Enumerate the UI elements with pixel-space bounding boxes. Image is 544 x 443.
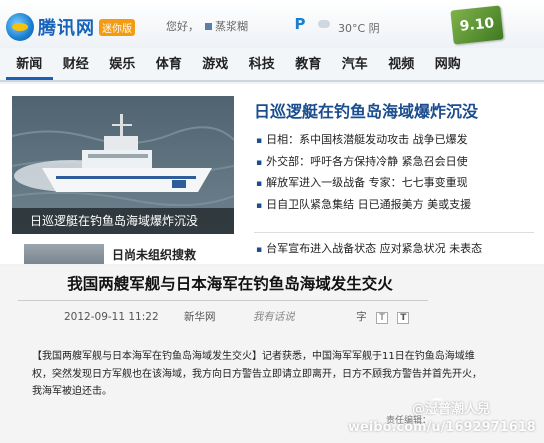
username-link[interactable]: 蒸浆糊 (215, 20, 248, 33)
sub-news-title[interactable]: 日尚未组织搜救 (112, 246, 196, 263)
watermark-url: weibo.com/u/1692971618 (348, 420, 536, 435)
site-logo[interactable]: 腾讯网 迷你版 (6, 12, 135, 42)
nav-tab-video[interactable]: 视频 (378, 48, 425, 80)
photo-caption[interactable]: 日巡逻艇在钓鱼岛海域爆炸沉没 (12, 208, 234, 234)
list-item[interactable]: 日相：系中国核潜艇发动攻击 战争已爆发 (256, 130, 471, 152)
nav-tab-shopping[interactable]: 网购 (425, 48, 472, 80)
tencent-logo-icon (6, 13, 34, 41)
logo-text: 腾讯网 (38, 18, 95, 39)
user-greeting: 您好， 蒸浆糊 (166, 18, 248, 34)
site-header: 腾讯网 迷你版 您好， 蒸浆糊 P 30°C 阴 9.10 (0, 0, 544, 48)
article-title: 我国两艘军舰与日本海军在钓鱼岛海域发生交火 (67, 274, 393, 293)
comment-link[interactable]: 我有话说 (253, 311, 295, 323)
list-item[interactable]: 台军宣布进入战备状态 应对紧急状况 未表态 (256, 240, 482, 256)
nav-tab-finance[interactable]: 财经 (53, 48, 100, 80)
font-large-button[interactable]: T (397, 312, 410, 324)
list-item[interactable]: 外交部：呼吁各方保持冷静 紧急召会日使 (256, 152, 471, 174)
list-item[interactable]: 日自卫队紧急集结 日已通报美方 美或支援 (256, 195, 471, 217)
list-item[interactable]: 解放军进入一级战备 专家：七七事变重现 (256, 173, 471, 195)
related-news-list: 日相：系中国核潜艇发动攻击 战争已爆发 外交部：呼吁各方保持冷静 紧急召会日使 … (256, 130, 471, 216)
article-body: 【我国两艘军舰与日本海军在钓鱼岛海域发生交火】记者获悉，中国海军军舰于11日在钓… (32, 351, 482, 397)
article-source[interactable]: 新华网 (184, 311, 216, 323)
nav-tab-sports[interactable]: 体育 (146, 48, 193, 80)
feature-headline[interactable]: 日巡逻艇在钓鱼岛海域爆炸沉没 (254, 98, 478, 122)
article-meta: 2012-09-11 11:22 新华网 我有话说 字 T T (64, 309, 410, 324)
article-date: 2012-09-11 11:22 (64, 311, 159, 323)
watermark-handle: @湿普潮人兒 (412, 402, 491, 417)
cloud-icon (318, 20, 330, 28)
divider (18, 300, 428, 301)
nav-tab-games[interactable]: 游戏 (192, 48, 239, 80)
nav-tab-tech[interactable]: 科技 (239, 48, 286, 80)
nav-tab-entertainment[interactable]: 娱乐 (99, 48, 146, 80)
user-icon (205, 23, 212, 30)
divider (254, 232, 534, 233)
font-small-button[interactable]: T (376, 312, 388, 324)
p-logo-icon[interactable]: P (290, 14, 310, 34)
sub-news-thumbnail[interactable] (24, 244, 104, 264)
weather-info: 30°C 阴 (338, 22, 380, 35)
greeting-text: 您好， (166, 20, 199, 33)
nav-tab-education[interactable]: 教育 (285, 48, 332, 80)
logo-badge: 迷你版 (99, 18, 135, 36)
nav-tab-news[interactable]: 新闻 (6, 48, 53, 80)
font-size-label: 字 (356, 311, 367, 323)
nav-tab-auto[interactable]: 汽车 (332, 48, 379, 80)
promo-banner[interactable]: 9.10 (450, 5, 504, 45)
channel-nav: 新闻 财经 娱乐 体育 游戏 科技 教育 汽车 视频 网购 (0, 48, 544, 82)
